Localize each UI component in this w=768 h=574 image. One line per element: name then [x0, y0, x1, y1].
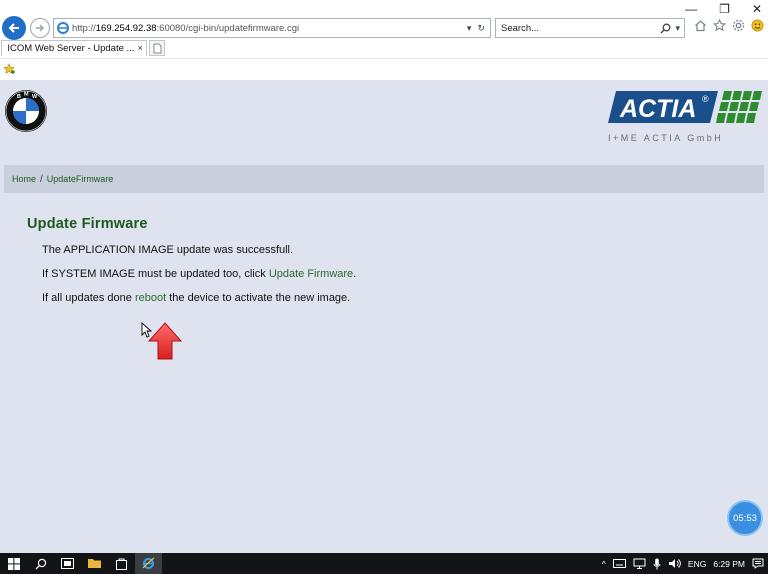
- taskbar: ^ ENG 6:29 PM: [0, 553, 768, 574]
- success-message: The APPLICATION IMAGE update was success…: [42, 244, 294, 256]
- search-tools: ▾: [660, 23, 684, 34]
- folder-icon: [88, 559, 101, 568]
- start-button[interactable]: [0, 553, 27, 574]
- microphone-icon[interactable]: [653, 558, 661, 570]
- dropdown-icon[interactable]: ▾: [467, 23, 472, 34]
- forward-arrow-icon: [36, 24, 45, 32]
- restore-icon[interactable]: ❐: [719, 2, 730, 16]
- system-image-text: If SYSTEM IMAGE must be updated too, cli…: [42, 268, 269, 280]
- file-explorer-button[interactable]: [81, 553, 108, 574]
- tab-title: ICOM Web Server - Update ...: [7, 43, 135, 54]
- recording-timer-badge[interactable]: 05:53: [727, 500, 763, 536]
- store-button[interactable]: [108, 553, 135, 574]
- actia-logo: ACTIA ® I+ME ACTIA GmbH: [608, 89, 764, 143]
- favorites-bar: [0, 58, 768, 80]
- new-tab-icon: [153, 43, 161, 53]
- show-hidden-icons-icon[interactable]: ^: [602, 559, 606, 569]
- add-favorites-icon[interactable]: [3, 63, 16, 75]
- breadcrumb-separator: /: [40, 173, 43, 185]
- clock[interactable]: 6:29 PM: [713, 559, 745, 569]
- volume-icon[interactable]: [668, 558, 681, 569]
- forward-button[interactable]: [30, 18, 50, 38]
- search-placeholder: Search...: [501, 22, 540, 34]
- ie-page-icon: [57, 22, 69, 34]
- close-window-icon[interactable]: ✕: [752, 2, 762, 16]
- bmw-logo: B M W: [5, 90, 47, 132]
- address-bar[interactable]: http://169.254.92.38:60080/cgi-bin/updat…: [53, 18, 491, 38]
- reboot-message: If all updates done reboot the device to…: [42, 292, 350, 304]
- bmw-letter-b: B: [17, 94, 21, 100]
- windows-logo-icon: [7, 557, 20, 570]
- favorites-star-icon[interactable]: [713, 19, 726, 32]
- system-tray: ^ ENG 6:29 PM: [602, 553, 764, 574]
- back-arrow-icon: [8, 23, 19, 33]
- browser-tab[interactable]: ICOM Web Server - Update ... ×: [1, 40, 147, 56]
- breadcrumb-home-link[interactable]: Home: [12, 174, 36, 184]
- bmw-letter-m: M: [24, 92, 29, 98]
- internet-explorer-taskbar-button[interactable]: [135, 553, 162, 574]
- taskbar-search-button[interactable]: [27, 553, 54, 574]
- store-icon: [116, 558, 127, 570]
- toolbar-icons: [694, 19, 764, 32]
- smiley-feedback-icon[interactable]: [751, 19, 764, 32]
- network-icon[interactable]: [633, 558, 646, 569]
- task-view-icon: [61, 558, 74, 569]
- reboot-text-after: the device to activate the new image.: [166, 292, 351, 304]
- action-center-icon[interactable]: [752, 558, 764, 569]
- reboot-text-before: If all updates done: [42, 292, 135, 304]
- language-indicator[interactable]: ENG: [688, 559, 706, 569]
- back-button[interactable]: [2, 16, 26, 40]
- search-box[interactable]: Search... ▾: [495, 18, 685, 38]
- breadcrumb-current-link[interactable]: UpdateFirmware: [47, 174, 114, 184]
- tab-close-icon[interactable]: ×: [137, 43, 146, 54]
- page-title: Update Firmware: [27, 216, 148, 232]
- refresh-icon[interactable]: ↻: [477, 23, 485, 34]
- actia-text: ACTIA: [619, 95, 696, 123]
- window-controls: — ❐ ✕: [685, 0, 762, 16]
- bmw-letter-w: W: [32, 94, 38, 100]
- actia-subtitle: I+ME ACTIA GmbH: [608, 133, 724, 143]
- home-icon[interactable]: [694, 19, 707, 32]
- search-icon[interactable]: [660, 23, 671, 34]
- search-dropdown-icon[interactable]: ▾: [675, 23, 680, 34]
- task-view-button[interactable]: [54, 553, 81, 574]
- taskbar-search-icon: [35, 558, 46, 569]
- breadcrumb: Home / UpdateFirmware: [4, 165, 764, 193]
- actia-registered: ®: [702, 94, 709, 104]
- system-image-period: .: [353, 268, 357, 280]
- new-tab-button[interactable]: [149, 40, 165, 56]
- red-up-arrow-icon: [147, 322, 183, 360]
- settings-gear-icon[interactable]: [732, 19, 745, 32]
- url-text: http://169.254.92.38:60080/cgi-bin/updat…: [72, 22, 300, 34]
- actia-wordmark: ACTIA ®: [608, 91, 762, 123]
- update-firmware-link[interactable]: Update Firmware: [269, 268, 353, 280]
- web-page: B M W ACTIA ® I+ME ACTIA GmbH Home / Upd…: [0, 81, 768, 553]
- reboot-link[interactable]: reboot: [135, 292, 166, 304]
- browser-chrome: — ❐ ✕ http://169.254.92.38:60080/cgi-bin…: [0, 0, 768, 80]
- internet-explorer-icon: [142, 557, 155, 569]
- keyboard-icon[interactable]: [612, 559, 626, 568]
- minimize-icon[interactable]: —: [685, 2, 697, 16]
- system-image-message: If SYSTEM IMAGE must be updated too, cli…: [42, 268, 356, 280]
- address-tools: ▾ ↻: [467, 23, 490, 34]
